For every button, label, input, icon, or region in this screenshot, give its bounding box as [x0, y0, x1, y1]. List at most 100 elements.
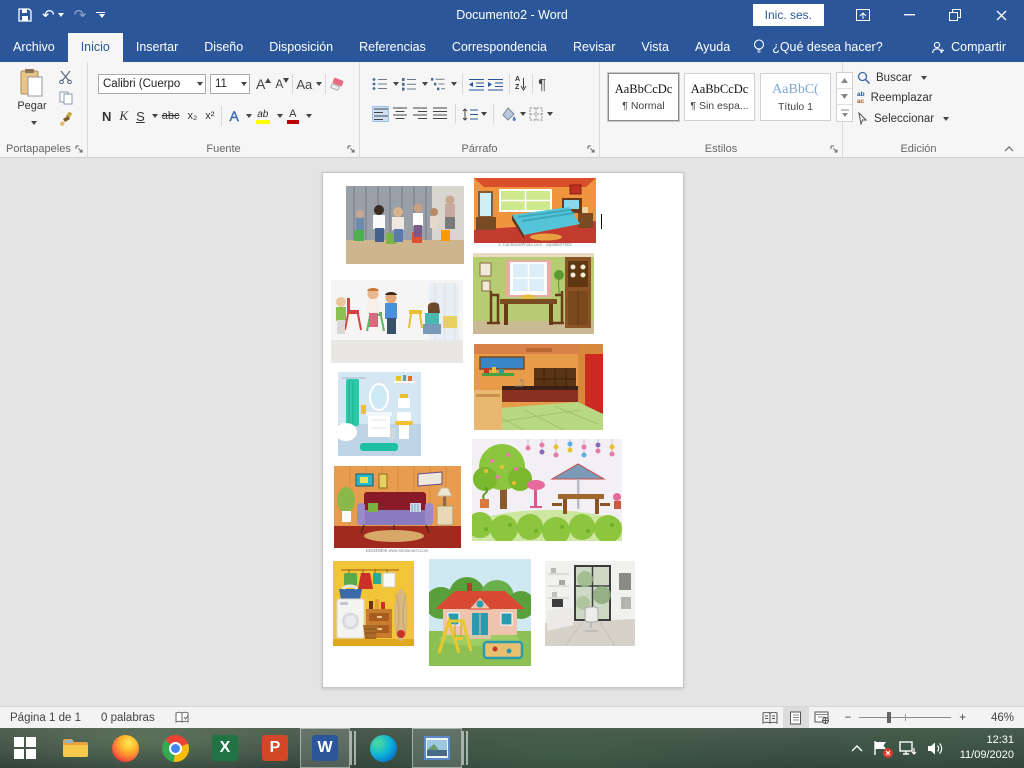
volume-icon[interactable] — [927, 741, 944, 756]
clipboard-dialog-launcher[interactable] — [75, 145, 84, 154]
clock[interactable]: 12:31 11/09/2020 — [954, 733, 1014, 763]
excel-button[interactable]: X — [200, 728, 250, 768]
print-layout-button[interactable] — [783, 707, 809, 728]
font-name-combo[interactable]: Calibri (Cuerpo — [98, 74, 206, 94]
format-painter-button[interactable] — [58, 112, 73, 126]
underline-button[interactable]: S — [132, 109, 149, 124]
zoom-slider[interactable] — [859, 717, 951, 718]
minimize-button[interactable] — [886, 0, 932, 30]
image-home-office-photo[interactable] — [545, 561, 635, 646]
clear-formatting-button[interactable] — [329, 77, 345, 91]
replace-button[interactable]: ab ac Reemplazar — [857, 91, 949, 105]
subscript-button[interactable]: x₂ — [183, 110, 201, 122]
style-titulo-1[interactable]: AaBbC( Título 1 — [760, 73, 831, 121]
multilevel-list-button[interactable] — [430, 77, 446, 91]
share-button[interactable]: Compartir — [913, 33, 1024, 62]
strikethrough-button[interactable]: abc — [158, 110, 184, 122]
tab-ayuda[interactable]: Ayuda — [682, 33, 743, 62]
image-garden-clipart[interactable] — [472, 439, 622, 541]
image-kitchen-clipart[interactable] — [474, 344, 603, 430]
tab-diseno[interactable]: Diseño — [191, 33, 256, 62]
select-button[interactable]: Seleccionar — [857, 112, 949, 125]
shrink-font-button[interactable]: A — [275, 77, 289, 91]
tab-vista[interactable]: Vista — [628, 33, 682, 62]
tab-archivo[interactable]: Archivo — [0, 33, 68, 62]
increase-indent-button[interactable] — [487, 78, 504, 91]
style-normal[interactable]: AaBbCcDc ¶ Normal — [608, 73, 679, 121]
tab-disposicion[interactable]: Disposición — [256, 33, 346, 62]
image-dining-room-clipart[interactable] — [473, 253, 594, 334]
image-bathroom-clipart[interactable] — [338, 372, 421, 456]
show-hidden-icons-button[interactable] — [851, 744, 863, 752]
style-sin-espaciado[interactable]: AaBbCcDc ¶ Sin espa... — [684, 73, 755, 121]
action-center-icon[interactable] — [873, 740, 889, 756]
network-icon[interactable] — [899, 741, 917, 756]
align-right-button[interactable] — [412, 106, 429, 122]
close-button[interactable] — [978, 0, 1024, 30]
align-center-button[interactable] — [392, 106, 409, 122]
start-button[interactable] — [0, 728, 50, 768]
collapse-ribbon-button[interactable] — [1004, 146, 1014, 152]
word-button[interactable]: W — [300, 728, 350, 768]
image-children-musical-chairs-photo[interactable] — [346, 186, 464, 264]
image-children-chairs-photo[interactable] — [331, 280, 463, 363]
bold-button[interactable]: N — [98, 109, 115, 124]
tab-revisar[interactable]: Revisar — [560, 33, 628, 62]
zoom-slider-thumb[interactable] — [887, 712, 891, 723]
sign-in-button[interactable]: Inic. ses. — [753, 4, 824, 26]
tab-inicio[interactable]: Inicio — [68, 33, 123, 62]
zoom-out-button[interactable]: − — [835, 712, 852, 724]
photos-app-button[interactable] — [412, 728, 462, 768]
decrease-indent-button[interactable] — [468, 78, 485, 91]
zoom-in-button[interactable]: + — [959, 712, 976, 724]
edge-button[interactable] — [358, 728, 408, 768]
read-mode-button[interactable] — [757, 707, 783, 728]
firefox-button[interactable] — [100, 728, 150, 768]
show-marks-button[interactable]: ¶ — [538, 76, 546, 93]
dropdown-arrow — [943, 117, 949, 121]
justify-button[interactable] — [432, 106, 449, 122]
text-effects-button[interactable]: A — [225, 108, 242, 124]
copy-button[interactable] — [58, 91, 73, 105]
image-house-exterior-clipart[interactable] — [429, 559, 531, 666]
tell-me-box[interactable]: ¿Qué desea hacer? — [743, 32, 893, 62]
image-laundry-room-clipart[interactable] — [333, 561, 414, 646]
page-indicator[interactable]: Página 1 de 1 — [0, 712, 91, 724]
numbering-button[interactable] — [401, 77, 417, 91]
restore-button[interactable] — [932, 0, 978, 30]
group-font: Calibri (Cuerpo 11 A A Aa N K S abc x₂ x… — [88, 62, 360, 158]
document-area[interactable]: © CanStockPhoto.com - csp56537802 — [0, 159, 1024, 706]
tab-referencias[interactable]: Referencias — [346, 33, 439, 62]
image-living-room-clipart[interactable] — [334, 466, 461, 548]
highlight-button[interactable]: ab — [252, 109, 274, 124]
web-layout-button[interactable] — [809, 707, 835, 728]
proofing-status-icon[interactable] — [165, 711, 200, 724]
paragraph-dialog-launcher[interactable] — [587, 145, 596, 154]
word-count[interactable]: 0 palabras — [91, 712, 165, 724]
zoom-level[interactable]: 46% — [976, 712, 1024, 724]
find-button[interactable]: Buscar — [857, 71, 949, 84]
paste-button[interactable]: Pegar — [10, 68, 54, 130]
file-explorer-button[interactable] — [50, 728, 100, 768]
cut-button[interactable] — [58, 70, 73, 84]
chrome-button[interactable] — [150, 728, 200, 768]
font-size-combo[interactable]: 11 — [210, 74, 250, 94]
font-dialog-launcher[interactable] — [347, 145, 356, 154]
font-color-button[interactable]: A — [283, 108, 303, 124]
grow-font-button[interactable]: A — [256, 76, 271, 92]
sort-button[interactable]: AZ — [515, 76, 527, 91]
shading-button[interactable] — [500, 107, 526, 121]
line-spacing-button[interactable] — [462, 108, 487, 121]
image-bedroom-clipart[interactable] — [474, 178, 596, 243]
borders-button[interactable] — [529, 107, 553, 121]
powerpoint-button[interactable]: P — [250, 728, 300, 768]
tab-correspondencia[interactable]: Correspondencia — [439, 33, 560, 62]
document-page[interactable]: © CanStockPhoto.com - csp56537802 — [322, 172, 684, 688]
superscript-button[interactable]: x² — [201, 110, 218, 122]
italic-button[interactable]: K — [115, 108, 132, 124]
ribbon-display-options-button[interactable] — [840, 0, 886, 30]
align-left-button[interactable] — [372, 106, 389, 122]
change-case-button[interactable]: Aa — [296, 77, 322, 92]
tab-insertar[interactable]: Insertar — [123, 33, 191, 62]
bullets-button[interactable] — [372, 77, 388, 91]
